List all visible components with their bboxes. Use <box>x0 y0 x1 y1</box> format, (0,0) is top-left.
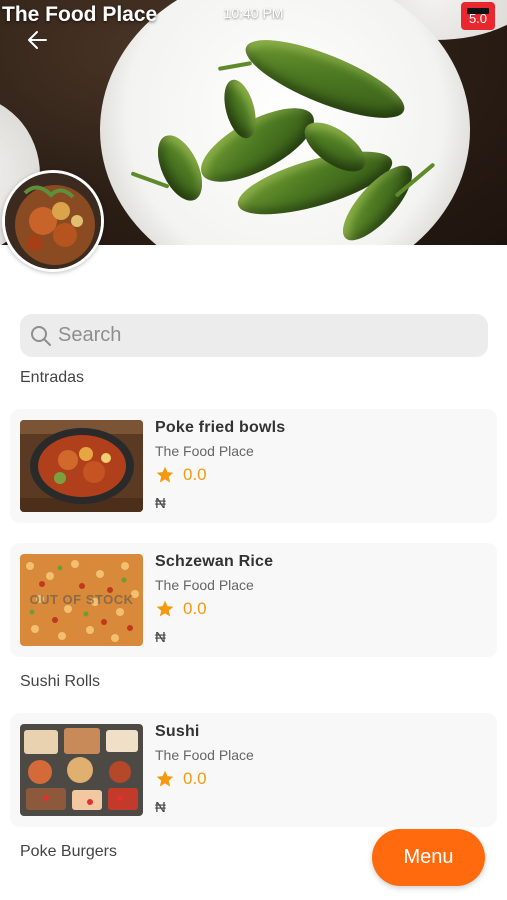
battery-level: 5.0 <box>468 10 488 26</box>
item-name: Poke fried bowls <box>155 419 286 436</box>
item-price: ₦ <box>155 799 166 816</box>
item-name: Schzewan Rice <box>155 553 274 570</box>
back-button[interactable] <box>24 26 52 54</box>
menu-item-card[interactable]: OUT OF STOCK Schzewan Rice The Food Plac… <box>10 543 497 657</box>
menu-item-card[interactable]: Poke fried bowls The Food Place 0.0 ₦ <box>10 409 497 523</box>
item-rating: 0.0 <box>155 599 207 619</box>
out-of-stock-badge: OUT OF STOCK <box>29 592 134 607</box>
item-price: ₦ <box>155 495 166 512</box>
item-image <box>20 724 143 816</box>
search-input[interactable] <box>58 324 458 347</box>
poke-bowl-image <box>20 420 143 512</box>
restaurant-avatar <box>2 170 104 272</box>
item-restaurant: The Food Place <box>155 443 254 459</box>
item-name: Sushi <box>155 723 200 740</box>
item-image: OUT OF STOCK <box>20 554 143 646</box>
item-image <box>20 420 143 512</box>
back-arrow-icon <box>28 31 47 49</box>
star-icon <box>156 770 174 787</box>
rating-value: 0.0 <box>183 769 207 788</box>
rating-value: 0.0 <box>183 599 207 618</box>
search-icon <box>31 325 51 346</box>
menu-item-card[interactable]: Sushi The Food Place 0.0 ₦ <box>10 713 497 827</box>
status-time: 10:40 PM <box>223 5 284 21</box>
star-icon <box>156 466 174 483</box>
item-rating: 0.0 <box>155 465 207 485</box>
item-restaurant: The Food Place <box>155 747 254 763</box>
section-title-poke-burgers: Poke Burgers <box>20 843 117 860</box>
battery-indicator: 5.0 <box>461 2 495 30</box>
star-icon <box>156 600 174 617</box>
avatar-dish-image <box>5 173 101 269</box>
sushi-platter-image <box>20 724 143 816</box>
section-title-sushi-rolls: Sushi Rolls <box>20 673 101 690</box>
rating-value: 0.0 <box>183 465 207 484</box>
section-title-entradas: Entradas <box>20 369 85 386</box>
item-rating: 0.0 <box>155 769 207 789</box>
item-restaurant: The Food Place <box>155 577 254 593</box>
item-price: ₦ <box>155 629 166 646</box>
menu-button[interactable]: Menu <box>372 829 485 886</box>
search-bar[interactable] <box>20 314 488 357</box>
